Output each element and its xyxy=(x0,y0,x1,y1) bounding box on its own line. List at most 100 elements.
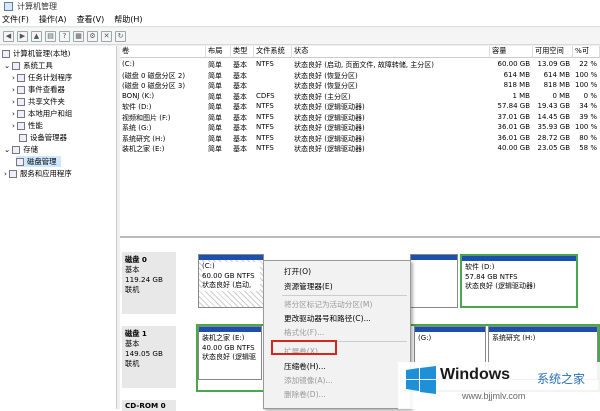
menu-view[interactable]: 查看(V) xyxy=(77,14,105,25)
windows-logo-icon xyxy=(406,366,436,394)
forward-icon[interactable]: ▶ xyxy=(17,30,28,42)
partition-bar xyxy=(411,255,457,260)
menu-help[interactable]: 帮助(H) xyxy=(114,14,142,25)
partition-e-size: 40.00 GB NTFS xyxy=(202,343,255,352)
table-row[interactable]: 系统 (G:) 简单 基本 NTFS 状态良好 (逻辑驱动器) 36.01 GB 35.93… xyxy=(120,123,600,133)
tree-local-users[interactable]: › 本地用户和组 xyxy=(12,108,72,119)
cdrom-info[interactable]: CD-ROM 0 xyxy=(122,400,176,411)
properties-icon[interactable]: ▤ xyxy=(45,30,56,42)
help-icon[interactable]: ? xyxy=(59,30,70,42)
cell-layout: 简单 xyxy=(208,103,222,111)
partition-c-size: 60.00 GB NTFS xyxy=(202,271,260,281)
tree-services[interactable]: › 服务和应用程序 xyxy=(4,168,72,179)
cell-capacity: 36.01 GB xyxy=(497,133,531,142)
cell-status: 状态良好 (逻辑驱动器) xyxy=(294,124,365,132)
view-icon[interactable]: ▦ xyxy=(73,30,84,42)
cell-filesystem: NTFS xyxy=(256,133,274,142)
cell-capacity: 57.84 GB xyxy=(497,102,531,110)
cell-percent: 80 % xyxy=(579,133,597,142)
partition-mid[interactable] xyxy=(410,254,458,308)
title-bar: 计算机管理 xyxy=(0,0,600,13)
partition-bar xyxy=(462,256,576,261)
cell-capacity: 37.01 GB xyxy=(497,112,531,121)
table-row[interactable]: BONJ (K:) 简单 基本 CDFS 状态良好 (主分区) 1 MB 0 MB 0 % xyxy=(120,92,600,102)
table-row[interactable]: 系统研究 (H:) 简单 基本 NTFS 状态良好 (逻辑驱动器) 36.01 GB 28.… xyxy=(120,134,600,144)
settings-icon[interactable]: ⚙ xyxy=(87,30,98,42)
tree-shared-folders[interactable]: › 共享文件夹 xyxy=(12,96,65,107)
partition-d[interactable]: 软件 (D:) 57.84 GB NTFS 状态良好 (逻辑驱动器) xyxy=(460,254,578,308)
context-menu: 打开(O) 资源管理器(E) 将分区标记为活动分区(M) 更改驱动器号和路径(C… xyxy=(263,260,411,409)
col-type[interactable]: 类型 xyxy=(231,46,254,58)
cell-volume: BONJ (K:) xyxy=(122,91,155,100)
navigation-tree: 计算机管理(本地) ⌄ 系统工具 › 任务计划程序 › 事件查看器 › 共享文件夹 › 本… xyxy=(0,46,117,409)
partition-c[interactable]: (C:) 60.00 GB NTFS 状态良好 (启动, xyxy=(198,254,264,308)
col-filesystem[interactable]: 文件系统 xyxy=(254,46,292,58)
performance-icon xyxy=(16,121,25,130)
table-row[interactable]: (C:) 简单 基本 NTFS 状态良好 (启动, 页面文件, 故障转储, 主分区) 60… xyxy=(120,60,600,70)
cell-free: 0 MB xyxy=(552,91,570,100)
cell-status: 状态良好 (主分区) xyxy=(294,92,351,101)
col-volume[interactable]: 卷 xyxy=(120,46,206,58)
menu-mark-active[interactable]: 将分区标记为活动分区(M) xyxy=(284,299,372,310)
menu-add-mirror[interactable]: 添加镜像(A)... xyxy=(284,375,333,386)
tree-storage[interactable]: ⌄ 存储 xyxy=(4,144,38,155)
cell-layout: 简单 xyxy=(208,71,222,80)
col-layout[interactable]: 布局 xyxy=(206,46,231,58)
cell-filesystem: NTFS xyxy=(256,102,274,110)
disk-1-info[interactable]: 磁盘 1 基本 149.05 GB 联机 xyxy=(122,326,176,388)
menu-open[interactable]: 打开(O) xyxy=(284,266,311,277)
cell-type: 基本 xyxy=(233,103,247,111)
disk-0-info[interactable]: 磁盘 0 基本 119.24 GB 联机 xyxy=(122,252,176,314)
menu-change-drive-letter[interactable]: 更改驱动器号和路径(C)... xyxy=(284,313,371,324)
cell-layout: 简单 xyxy=(208,92,222,101)
disk-1-type: 基本 xyxy=(125,339,140,348)
cell-percent: 22 % xyxy=(579,60,597,68)
menu-shrink-volume[interactable]: 压缩卷(H)... xyxy=(284,361,326,372)
cell-type: 基本 xyxy=(233,92,247,101)
cell-percent: 34 % xyxy=(579,102,597,110)
up-icon[interactable]: ▲ xyxy=(31,30,42,42)
col-free[interactable]: 可用空间 xyxy=(533,46,573,58)
partition-e[interactable]: 装机之家 (E:) 40.00 GB NTFS 状态良好 (逻辑驱 xyxy=(198,326,262,380)
menu-format[interactable]: 格式化(F)... xyxy=(284,327,324,338)
tree-root[interactable]: 计算机管理(本地) xyxy=(2,48,71,59)
cell-percent: 39 % xyxy=(579,112,597,121)
cell-layout: 简单 xyxy=(208,124,222,132)
cell-status: 状态良好 (逻辑驱动器) xyxy=(294,145,365,153)
menu-explorer[interactable]: 资源管理器(E) xyxy=(284,281,333,292)
cell-free: 28.72 GB xyxy=(537,133,571,142)
clock-icon xyxy=(16,73,25,82)
cell-free: 35.93 GB xyxy=(537,123,571,131)
table-row[interactable]: 装机之家 (E:) 简单 基本 NTFS 状态良好 (逻辑驱动器) 40.00 GB 23.… xyxy=(120,144,600,154)
col-capacity[interactable]: 容量 xyxy=(490,46,533,58)
menu-file[interactable]: 文件(F) xyxy=(2,14,29,25)
col-percent[interactable]: %可 xyxy=(573,46,600,58)
toolbar: ◀ ▶ ▲ ▤ ? ▦ ⚙ ✕ ↻ xyxy=(0,28,600,45)
watermark-brand: Windows xyxy=(440,366,511,383)
cdrom-name: CD-ROM 0 xyxy=(125,401,166,410)
table-row[interactable]: (磁盘 0 磁盘分区 3) 简单 基本 状态良好 (恢复分区) 818 MB 818 MB… xyxy=(120,81,600,91)
partition-e-name: 装机之家 (E:) xyxy=(202,334,245,342)
table-row[interactable]: 软件 (D:) 简单 基本 NTFS 状态良好 (逻辑驱动器) 57.84 GB 19.43… xyxy=(120,102,600,112)
cell-free: 614 MB xyxy=(543,70,570,79)
tree-system-tools[interactable]: ⌄ 系统工具 xyxy=(4,60,53,71)
menu-action[interactable]: 操作(A) xyxy=(39,14,67,25)
menu-delete-volume[interactable]: 删除卷(D)... xyxy=(284,389,326,400)
delete-icon[interactable]: ✕ xyxy=(101,30,112,42)
disk-0-type: 基本 xyxy=(125,265,140,274)
col-status[interactable]: 状态 xyxy=(292,46,490,58)
tree-event-viewer[interactable]: › 事件查看器 xyxy=(12,84,65,95)
table-row[interactable]: (磁盘 0 磁盘分区 2) 简单 基本 状态良好 (恢复分区) 614 MB 614 MB… xyxy=(120,71,600,81)
tree-disk-management[interactable]: 磁盘管理 xyxy=(16,156,61,167)
back-icon[interactable]: ◀ xyxy=(3,30,14,42)
disk-0-name: 磁盘 0 xyxy=(125,255,147,264)
cell-volume: 视频和图片 (F:) xyxy=(122,113,171,122)
tree-task-scheduler[interactable]: › 任务计划程序 xyxy=(12,72,72,83)
cell-capacity: 614 MB xyxy=(503,70,530,79)
table-row[interactable]: 视频和图片 (F:) 简单 基本 NTFS 状态良好 (逻辑驱动器) 37.01 GB 14… xyxy=(120,113,600,123)
cell-layout: 简单 xyxy=(208,113,222,122)
tree-performance[interactable]: › 性能 xyxy=(12,120,43,131)
disk-1-name: 磁盘 1 xyxy=(125,329,147,338)
refresh-icon[interactable]: ↻ xyxy=(115,30,126,42)
tree-device-manager[interactable]: 设备管理器 xyxy=(12,132,67,143)
